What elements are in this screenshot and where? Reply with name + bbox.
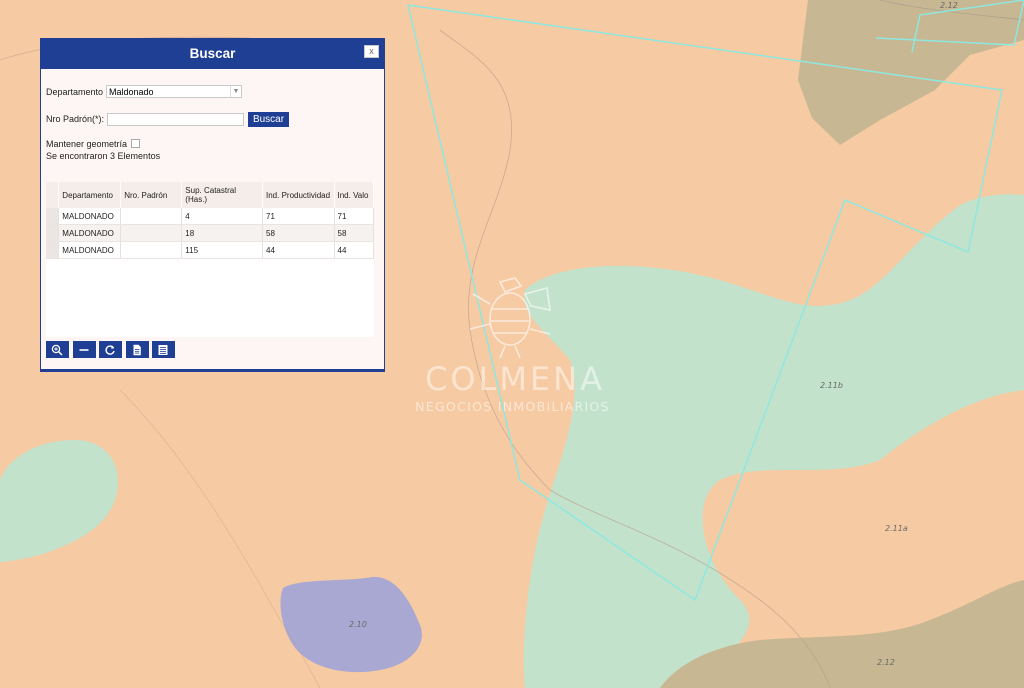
search-dialog: Buscar x Departamento Maldonado ▼ Nro Pa… (40, 38, 385, 372)
cell-sup-catastral: 18 (181, 224, 263, 242)
watermark-subtitle: NEGOCIOS INMOBILIARIOS (415, 399, 610, 414)
minus-icon (79, 349, 89, 351)
keep-geometry-checkbox[interactable] (131, 139, 140, 148)
map-label-zone: 2.11a (885, 524, 908, 533)
zoom-in-button[interactable] (46, 341, 69, 358)
departamento-value: Maldonado (109, 87, 154, 97)
zoom-in-icon (51, 344, 63, 356)
export-table-button[interactable] (152, 341, 175, 358)
chevron-down-icon[interactable]: ▼ (230, 86, 241, 97)
bee-logo-icon (469, 277, 551, 359)
document-icon (133, 344, 141, 356)
keep-geometry-label: Mantener geometría (46, 139, 128, 149)
departamento-select[interactable]: Maldonado ▼ (106, 85, 242, 98)
column-header[interactable]: Sup. Catastral (Has.) (181, 182, 263, 208)
column-header[interactable]: Ind. Productividad (262, 182, 335, 208)
table-row[interactable]: MALDONADO 4 71 71 (46, 208, 374, 225)
dialog-title: Buscar (189, 46, 236, 61)
column-header[interactable]: Ind. Valo (334, 182, 374, 208)
row-selector[interactable] (46, 224, 60, 242)
refresh-icon (105, 345, 115, 355)
cell-departamento: MALDONADO (58, 241, 122, 259)
cell-ind-productividad: 44 (262, 241, 335, 259)
map-label-zone: 2.12 (940, 1, 958, 10)
row-selector-header (46, 182, 60, 208)
result-count-text: Se encontraron 3 Elementos (46, 151, 161, 161)
export-document-button[interactable] (126, 341, 149, 358)
search-button[interactable]: Buscar (248, 112, 289, 127)
cell-sup-catastral: 4 (181, 208, 263, 225)
padron-label: Nro Padrón(*): (46, 114, 105, 124)
departamento-label: Departamento (46, 87, 104, 97)
cell-ind-productividad: 58 (262, 224, 335, 242)
map-label-zone: 2.10 (349, 620, 367, 629)
cell-ind-valor: 71 (334, 208, 374, 225)
cell-sup-catastral: 115 (181, 241, 263, 259)
cell-ind-valor: 44 (334, 241, 374, 259)
cell-departamento: MALDONADO (58, 224, 122, 242)
padron-input[interactable] (107, 113, 244, 126)
column-header[interactable]: Nro. Padrón (120, 182, 183, 208)
table-row[interactable]: MALDONADO 115 44 44 (46, 241, 374, 259)
refresh-button[interactable] (99, 341, 122, 358)
map-label-zone: 2.11b (820, 381, 843, 390)
dialog-header[interactable]: Buscar x (41, 39, 384, 69)
cell-padron (120, 224, 183, 242)
results-table: Departamento Nro. Padrón Sup. Catastral … (46, 182, 374, 259)
remove-button[interactable] (73, 341, 96, 358)
row-selector[interactable] (46, 208, 60, 225)
watermark-name: COLMENA (424, 360, 605, 398)
watermark: COLMENA NEGOCIOS INMOBILIARIOS (400, 272, 625, 422)
table-icon (158, 345, 168, 355)
row-selector[interactable] (46, 241, 60, 259)
close-button[interactable]: x (364, 45, 379, 58)
close-icon: x (369, 46, 374, 56)
cell-padron (120, 208, 183, 225)
map-label-zone: 2.12 (877, 658, 895, 667)
cell-padron (120, 241, 183, 259)
results-grid[interactable]: Departamento Nro. Padrón Sup. Catastral … (46, 182, 374, 337)
table-header-row: Departamento Nro. Padrón Sup. Catastral … (46, 182, 374, 208)
cell-departamento: MALDONADO (58, 208, 122, 225)
table-row[interactable]: MALDONADO 18 58 58 (46, 224, 374, 242)
cell-ind-productividad: 71 (262, 208, 335, 225)
cell-ind-valor: 58 (334, 224, 374, 242)
column-header[interactable]: Departamento (58, 182, 122, 208)
